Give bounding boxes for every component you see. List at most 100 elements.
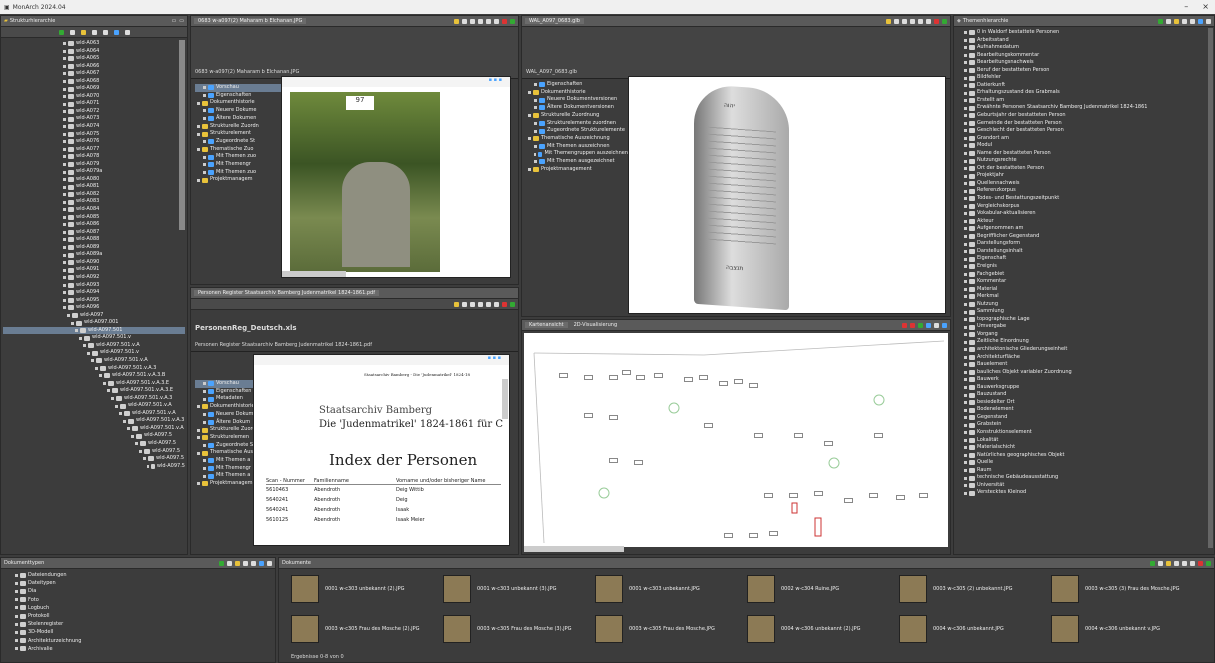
tree-item[interactable]: wld-A089 bbox=[3, 244, 185, 252]
tree-item[interactable]: wld-A097.501.v.A.3.E bbox=[3, 387, 185, 395]
grave-marker[interactable] bbox=[749, 533, 758, 538]
expand-icon[interactable] bbox=[99, 374, 102, 378]
expand-icon[interactable] bbox=[964, 182, 967, 186]
tree-item[interactable]: wld-A073 bbox=[3, 115, 185, 123]
expand-icon[interactable] bbox=[964, 38, 967, 42]
expand-icon[interactable] bbox=[534, 106, 537, 110]
expand-icon[interactable] bbox=[203, 117, 206, 121]
tree-item[interactable]: wld-A077 bbox=[3, 146, 185, 154]
expand-icon[interactable] bbox=[15, 639, 18, 643]
map-canvas[interactable] bbox=[524, 333, 948, 547]
expand-icon[interactable] bbox=[63, 102, 66, 106]
expand-icon[interactable] bbox=[123, 419, 126, 423]
expand-icon[interactable] bbox=[15, 590, 18, 593]
expand-icon[interactable] bbox=[964, 257, 967, 261]
doc2-tab[interactable]: WAL_A097_0683.glb bbox=[525, 18, 584, 24]
expand-icon[interactable] bbox=[63, 276, 66, 280]
expand-icon[interactable] bbox=[63, 49, 66, 53]
expand-icon[interactable] bbox=[964, 333, 967, 337]
tree-item[interactable]: Geburtsjahr der bestatteten Person bbox=[960, 112, 1212, 120]
tree-item[interactable]: wld-A097.501.v bbox=[3, 349, 185, 357]
expand-icon[interactable] bbox=[534, 129, 537, 133]
expand-icon[interactable] bbox=[143, 457, 146, 461]
grave-marker[interactable] bbox=[684, 377, 693, 382]
tree-item[interactable]: Bearbeitungskommentar bbox=[960, 52, 1212, 60]
expand-icon[interactable] bbox=[964, 340, 967, 344]
tree-item[interactable]: wld-A093 bbox=[3, 282, 185, 290]
expand-icon[interactable] bbox=[964, 174, 967, 178]
expand-icon[interactable] bbox=[63, 147, 66, 151]
expand-icon[interactable] bbox=[964, 393, 967, 397]
expand-icon[interactable] bbox=[203, 94, 206, 98]
tree-item[interactable]: wld-A097.501.v bbox=[3, 334, 185, 342]
expand-icon[interactable] bbox=[964, 152, 967, 156]
expand-icon[interactable] bbox=[964, 242, 967, 246]
expand-icon[interactable] bbox=[203, 163, 206, 167]
tree-item[interactable]: wld-A097.5 bbox=[3, 448, 185, 456]
tree-item[interactable]: Kommentar bbox=[960, 278, 1212, 286]
expand-icon[interactable] bbox=[15, 581, 18, 585]
tree-item[interactable]: Nutzung bbox=[960, 301, 1212, 309]
tree-item[interactable]: Bauwerksgruppe bbox=[960, 384, 1212, 392]
tree-item[interactable]: Arbeitsstand bbox=[960, 37, 1212, 45]
expand-icon[interactable] bbox=[534, 83, 537, 87]
expand-icon[interactable] bbox=[964, 99, 967, 103]
expand-icon[interactable] bbox=[63, 57, 66, 61]
tree-item[interactable]: wld-A097.501.v.A.3 bbox=[3, 395, 185, 403]
tree-item[interactable]: wld-A082 bbox=[3, 191, 185, 199]
expand-icon[interactable] bbox=[67, 313, 70, 317]
tree-item[interactable]: Merkmal bbox=[960, 293, 1212, 301]
tree-item[interactable]: Eigenschaften bbox=[195, 92, 281, 100]
tree-item[interactable]: wld-A097.501.v.A.3.E bbox=[3, 380, 185, 388]
grave-marker[interactable] bbox=[769, 531, 778, 536]
expand-icon[interactable] bbox=[75, 329, 78, 333]
expand-icon[interactable] bbox=[534, 152, 537, 156]
tree-item[interactable]: Grabstein bbox=[960, 421, 1212, 429]
grave-marker[interactable] bbox=[789, 493, 798, 498]
expand-icon[interactable] bbox=[63, 72, 66, 76]
expand-icon[interactable] bbox=[63, 95, 66, 99]
tree-item[interactable]: wld-A067 bbox=[3, 70, 185, 78]
tree-item[interactable]: wld-A079a bbox=[3, 168, 185, 176]
grave-marker[interactable] bbox=[654, 373, 663, 378]
expand-icon[interactable] bbox=[964, 106, 967, 110]
tree-item[interactable]: wld-A065 bbox=[3, 55, 185, 63]
tree-item[interactable]: wld-A097.001 bbox=[3, 319, 185, 327]
tree-item[interactable]: wld-A081 bbox=[3, 183, 185, 191]
edit-icon[interactable] bbox=[80, 29, 86, 35]
tree-item[interactable]: Dateitypen bbox=[11, 579, 273, 587]
document-thumbnail[interactable]: 0003 w-c305 Frau des Mosche.JPG bbox=[595, 615, 715, 643]
expand-icon[interactable] bbox=[63, 64, 66, 68]
expand-icon[interactable] bbox=[964, 476, 967, 480]
tree-item[interactable]: Thematische Zuo bbox=[195, 146, 281, 154]
tree-item[interactable]: Bauelement bbox=[960, 361, 1212, 369]
tree-item[interactable]: Strukturelle Zuordnung bbox=[526, 112, 628, 120]
tree-item[interactable]: Ältere Dokumen bbox=[195, 115, 281, 123]
tree-item[interactable]: Datierkunft bbox=[960, 82, 1212, 90]
expand-icon[interactable] bbox=[63, 125, 66, 129]
expand-icon[interactable] bbox=[15, 622, 18, 626]
expand-icon[interactable] bbox=[197, 101, 200, 105]
expand-icon[interactable] bbox=[63, 42, 66, 46]
grave-marker[interactable] bbox=[559, 373, 568, 378]
expand-icon[interactable] bbox=[15, 631, 18, 635]
expand-icon[interactable] bbox=[203, 140, 206, 144]
expand-icon[interactable] bbox=[964, 144, 967, 148]
expand-icon[interactable] bbox=[964, 370, 967, 374]
tree-item[interactable]: wld-A069 bbox=[3, 85, 185, 93]
expand-icon[interactable] bbox=[63, 230, 66, 234]
tree-item[interactable]: Dokumenthistorie bbox=[195, 99, 281, 107]
expand-icon[interactable] bbox=[203, 397, 206, 401]
grave-marker[interactable] bbox=[754, 433, 763, 438]
grave-marker[interactable] bbox=[699, 375, 708, 380]
expand-icon[interactable] bbox=[964, 31, 967, 35]
grave-marker[interactable] bbox=[609, 458, 618, 463]
expand-icon[interactable] bbox=[203, 467, 206, 471]
tree-item[interactable]: architektonische Gliederungseinheit bbox=[960, 346, 1212, 354]
close-button[interactable]: × bbox=[1202, 2, 1209, 11]
tree-item[interactable]: Aufnahmedatum bbox=[960, 44, 1212, 52]
expand-icon[interactable] bbox=[964, 325, 967, 329]
grave-marker[interactable] bbox=[869, 493, 878, 498]
expand-icon[interactable] bbox=[63, 268, 66, 272]
tree-item[interactable]: Todes- und Bestattungszeitpunkt bbox=[960, 195, 1212, 203]
